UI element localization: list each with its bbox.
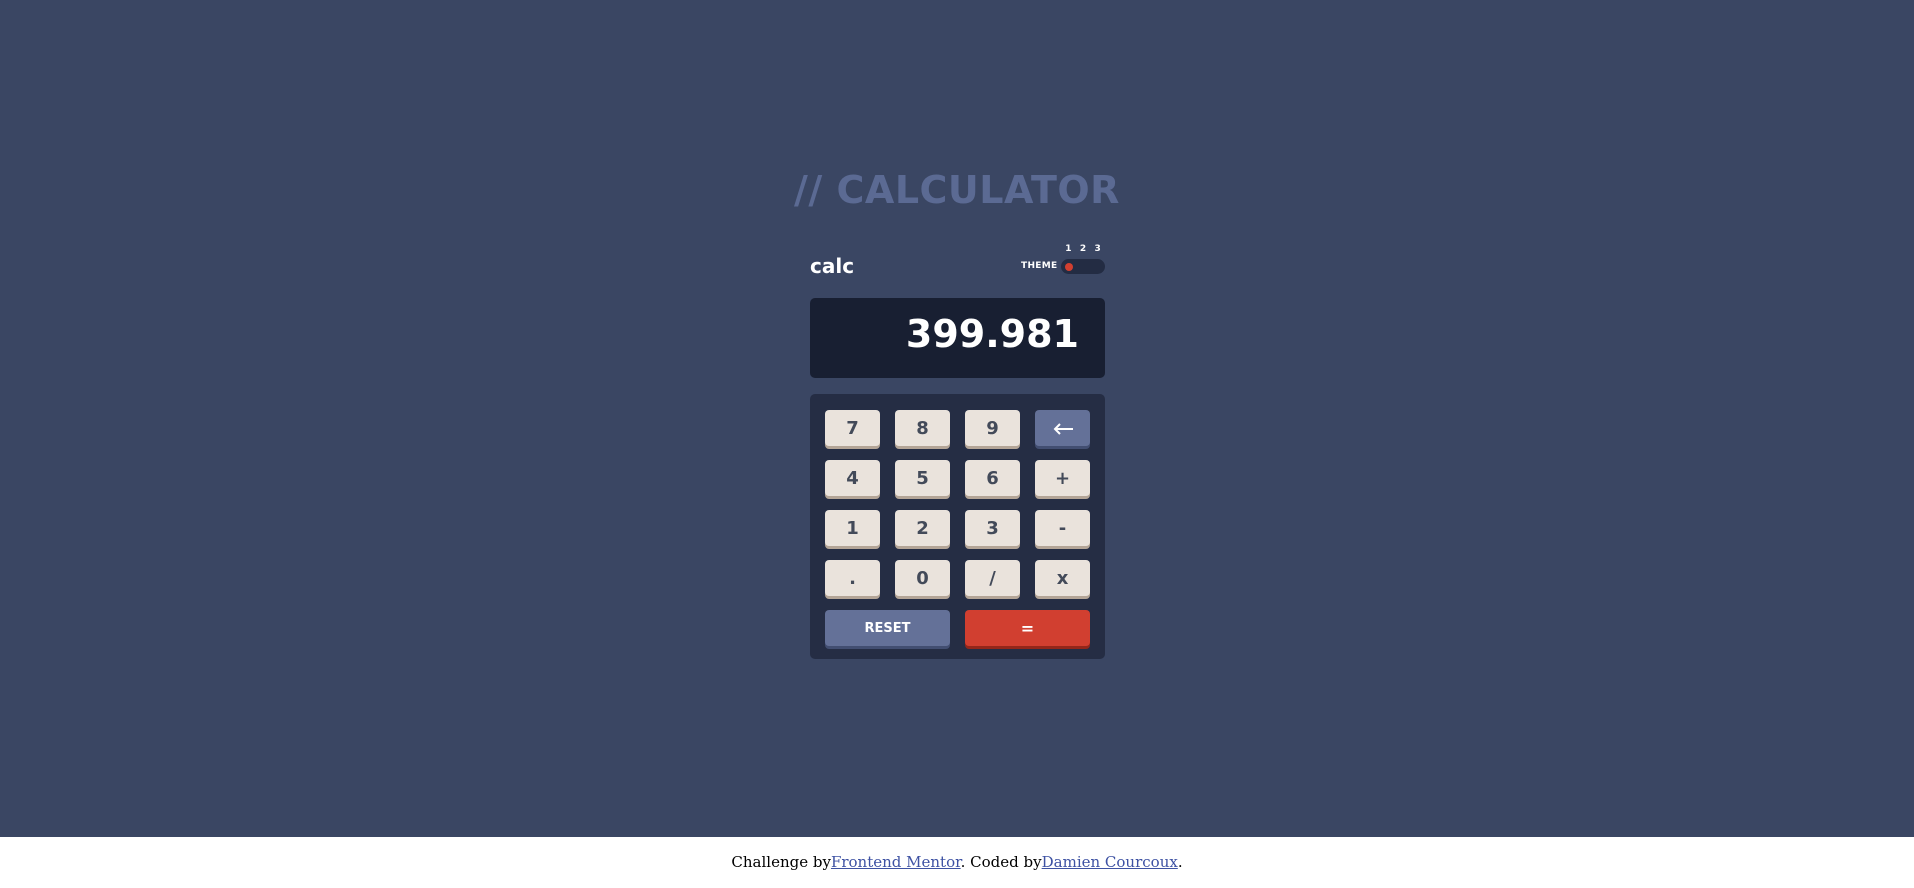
key-8[interactable]: 8 bbox=[895, 410, 950, 446]
display-value: 399.981 bbox=[905, 312, 1079, 356]
theme-option-3[interactable]: 3 bbox=[1095, 244, 1101, 254]
theme-option-2[interactable]: 2 bbox=[1080, 244, 1086, 254]
author-link[interactable]: Damien Courcoux bbox=[1042, 853, 1178, 871]
key-4[interactable]: 4 bbox=[825, 460, 880, 496]
key-5[interactable]: 5 bbox=[895, 460, 950, 496]
page: // CALCULATOR calc THEME 1 2 3 399.981 7… bbox=[0, 0, 1914, 888]
key-2[interactable]: 2 bbox=[895, 510, 950, 546]
attribution-middle: . Coded by bbox=[960, 853, 1042, 871]
equal-button[interactable]: = bbox=[965, 610, 1090, 646]
theme-toggle-knob[interactable] bbox=[1065, 262, 1073, 271]
page-heading: // CALCULATOR bbox=[794, 168, 1120, 212]
theme-option-1[interactable]: 1 bbox=[1065, 244, 1071, 254]
app-background: // CALCULATOR calc THEME 1 2 3 399.981 7… bbox=[0, 0, 1914, 837]
key-0[interactable]: 0 bbox=[895, 560, 950, 596]
calculator-header: calc THEME 1 2 3 bbox=[810, 240, 1105, 290]
key-9[interactable]: 9 bbox=[965, 410, 1020, 446]
theme-toggle[interactable] bbox=[1061, 259, 1105, 274]
theme-option-labels: 1 2 3 bbox=[1061, 244, 1105, 254]
attribution-suffix: . bbox=[1177, 853, 1183, 871]
arrow-left-icon bbox=[1053, 422, 1073, 435]
keypad: 7 8 9 4 5 6 + 1 2 3 - . 0 / x RESET = bbox=[810, 394, 1105, 659]
key-decimal[interactable]: . bbox=[825, 560, 880, 596]
key-7[interactable]: 7 bbox=[825, 410, 880, 446]
key-1[interactable]: 1 bbox=[825, 510, 880, 546]
delete-button[interactable] bbox=[1035, 410, 1090, 446]
attribution-footer: Challenge byFrontend Mentor. Coded byDam… bbox=[0, 853, 1914, 871]
key-divide[interactable]: / bbox=[965, 560, 1020, 596]
calculator-display: 399.981 bbox=[810, 298, 1105, 378]
calculator: calc THEME 1 2 3 399.981 7 8 9 4 5 6 + 1… bbox=[810, 240, 1105, 659]
attribution-prefix: Challenge by bbox=[731, 853, 831, 871]
key-multiply[interactable]: x bbox=[1035, 560, 1090, 596]
logo: calc bbox=[810, 254, 855, 278]
key-plus[interactable]: + bbox=[1035, 460, 1090, 496]
key-6[interactable]: 6 bbox=[965, 460, 1020, 496]
theme-label: THEME bbox=[1021, 261, 1058, 271]
key-minus[interactable]: - bbox=[1035, 510, 1090, 546]
reset-button[interactable]: RESET bbox=[825, 610, 950, 646]
key-3[interactable]: 3 bbox=[965, 510, 1020, 546]
frontend-mentor-link[interactable]: Frontend Mentor bbox=[831, 853, 961, 871]
